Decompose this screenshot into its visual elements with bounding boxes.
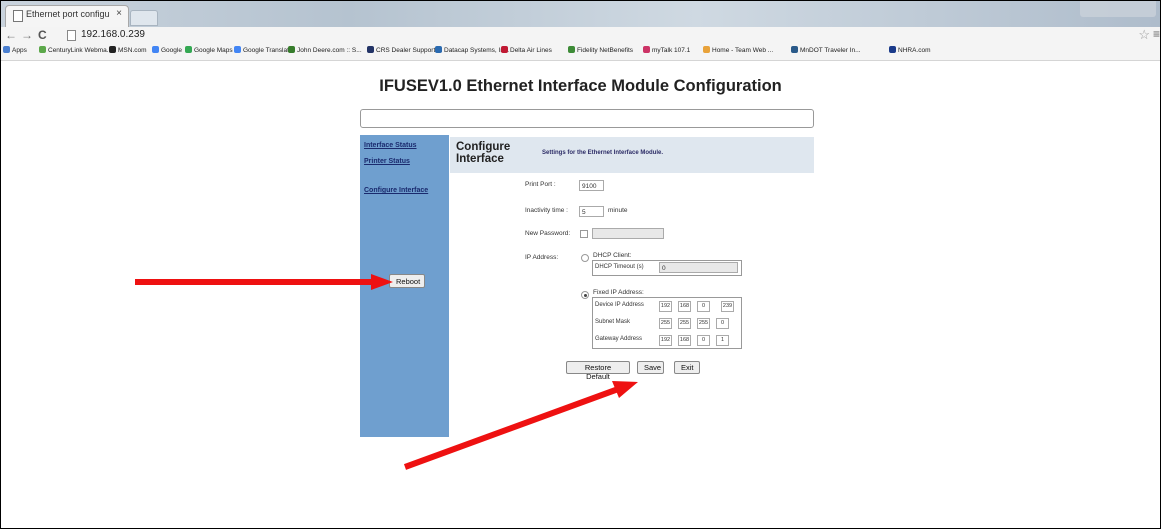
screenshot-frame: Ethernet port configuratio × ← → C 192.1… [0, 0, 1161, 529]
arrow-to-save-line [403, 385, 623, 470]
arrow-to-reboot-head [371, 274, 393, 290]
annotation-arrows [135, 274, 638, 470]
arrow-to-save-head [612, 381, 638, 398]
